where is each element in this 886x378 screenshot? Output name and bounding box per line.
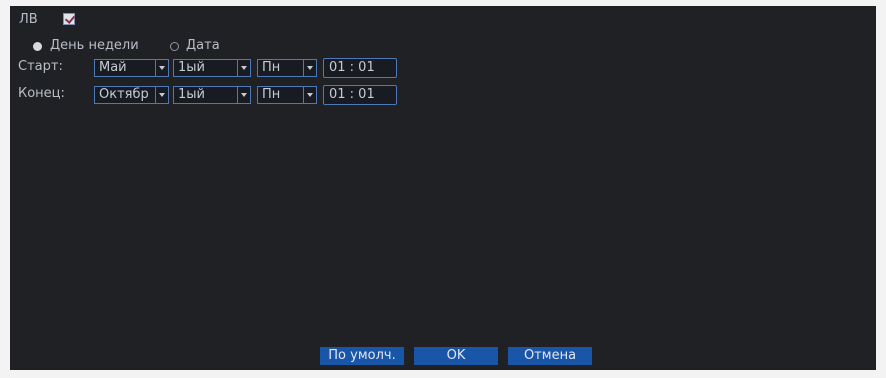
start-time-input[interactable]: 01 : 01 <box>323 58 397 78</box>
end-week-value: 1ый <box>178 87 205 102</box>
mode-day-of-week-label[interactable]: День недели <box>50 38 139 54</box>
start-week-value: 1ый <box>178 60 205 75</box>
dst-label: ЛВ <box>19 12 38 27</box>
dst-enable-checkbox-icon[interactable] <box>63 13 75 25</box>
start-week-select[interactable]: 1ый <box>173 59 251 77</box>
start-day-select[interactable]: Пн <box>257 59 317 77</box>
dst-settings-panel: ЛВ День недели Дата Старт: Май 1ый Пн 01… <box>10 6 876 370</box>
start-label: Старт: <box>18 59 63 74</box>
dropdown-arrow-icon[interactable] <box>237 60 250 76</box>
default-button[interactable]: По умолч. <box>320 347 404 365</box>
end-week-select[interactable]: 1ый <box>173 86 251 104</box>
mode-date-label[interactable]: Дата <box>186 38 220 54</box>
end-day-value: Пн <box>262 87 281 102</box>
start-month-select[interactable]: Май <box>94 59 169 77</box>
end-month-value: Октябр <box>99 87 149 102</box>
radio-unselected-icon[interactable] <box>170 42 179 51</box>
end-time-value: 01 : 01 <box>329 87 375 102</box>
end-label: Конец: <box>18 86 65 101</box>
dropdown-arrow-icon[interactable] <box>155 60 168 76</box>
cancel-button[interactable]: Отмена <box>508 347 592 365</box>
ok-button[interactable]: OK <box>414 347 498 365</box>
start-time-value: 01 : 01 <box>329 60 375 75</box>
dropdown-arrow-icon[interactable] <box>155 87 168 103</box>
dropdown-arrow-icon[interactable] <box>303 60 316 76</box>
end-time-input[interactable]: 01 : 01 <box>323 85 397 105</box>
end-month-select[interactable]: Октябр <box>94 86 169 104</box>
start-month-value: Май <box>99 60 127 75</box>
dropdown-arrow-icon[interactable] <box>237 87 250 103</box>
radio-selected-icon[interactable] <box>33 42 42 51</box>
dropdown-arrow-icon[interactable] <box>303 87 316 103</box>
start-day-value: Пн <box>262 60 281 75</box>
end-day-select[interactable]: Пн <box>257 86 317 104</box>
